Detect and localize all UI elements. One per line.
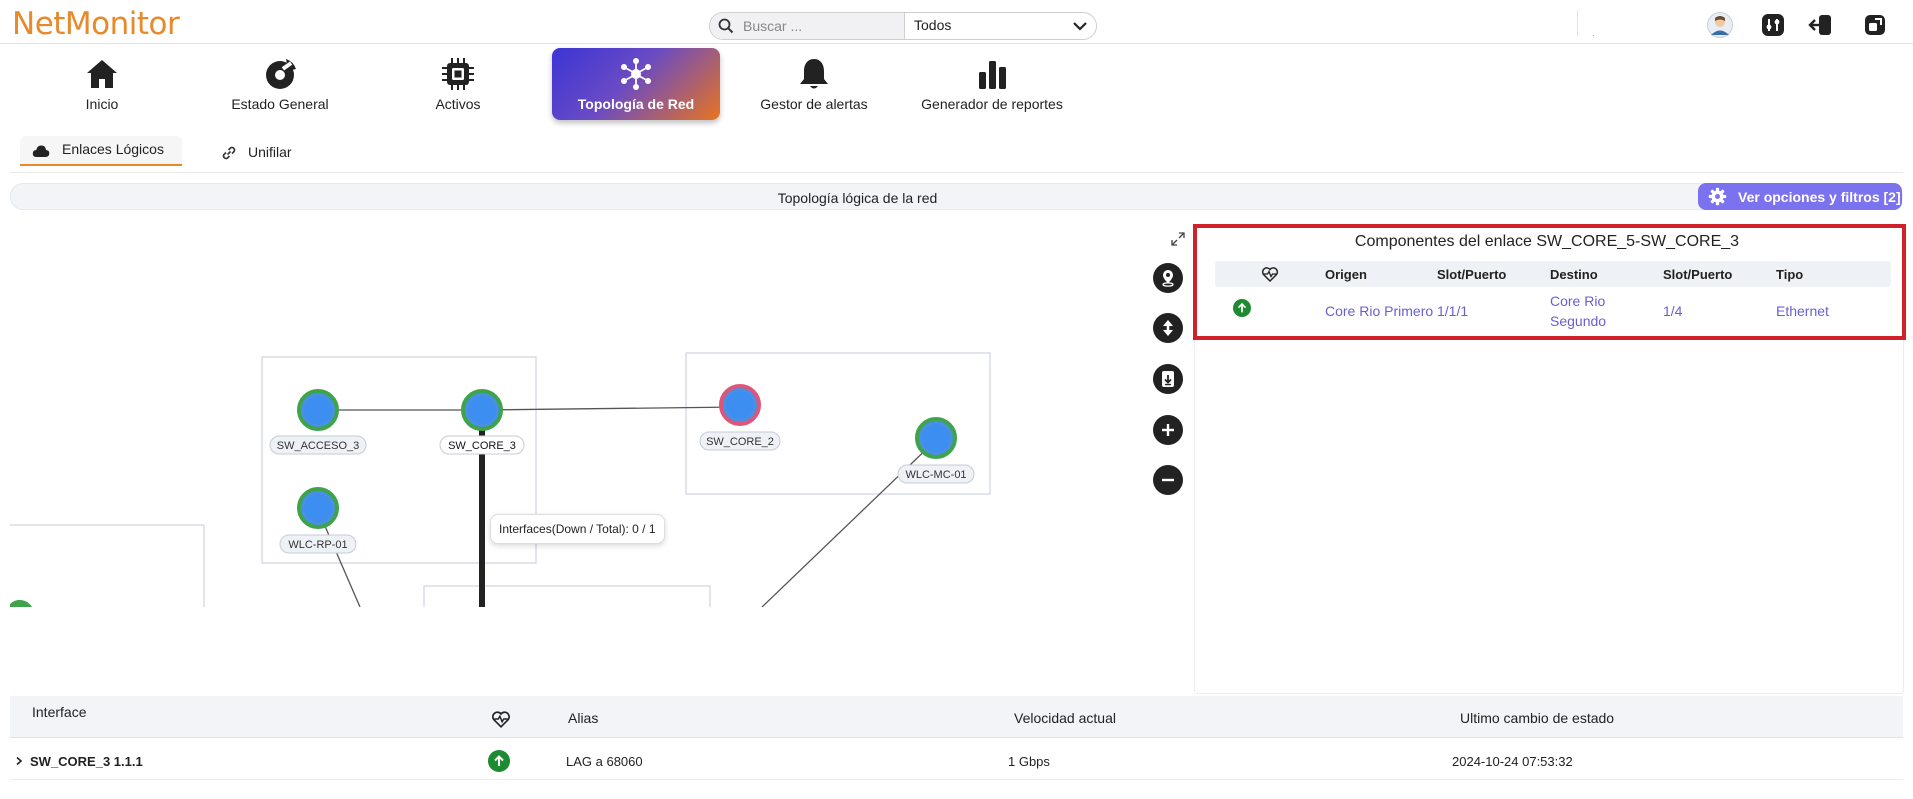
node-label: SW_ACCESO_3 bbox=[277, 440, 360, 452]
link-line[interactable] bbox=[481, 406, 741, 411]
nav-generador-de-reportes[interactable]: Generador de reportes bbox=[908, 48, 1076, 120]
zoom-out-button[interactable] bbox=[1153, 465, 1183, 495]
link-icon bbox=[222, 146, 236, 160]
nav-label: Generador de reportes bbox=[921, 96, 1063, 112]
node-sw-acceso-3[interactable]: SW_ACCESO_3 bbox=[269, 389, 367, 455]
gear-icon bbox=[1708, 187, 1727, 206]
user-avatar-icon[interactable] bbox=[1707, 12, 1733, 38]
subtab-enlaces-logicos[interactable]: Enlaces Lógicos bbox=[20, 136, 182, 166]
global-search: Todos bbox=[709, 12, 1097, 40]
bell-icon bbox=[800, 59, 828, 89]
topology-canvas[interactable]: SW_ACCESO_3 SW_CORE_3 SW_CORE_2 WLC-MC-0… bbox=[10, 222, 1160, 607]
subtab-label: Unifilar bbox=[248, 144, 292, 160]
nav-label: Activos bbox=[435, 96, 481, 112]
node-label: SW_CORE_2 bbox=[706, 436, 774, 448]
chevron-down-icon[interactable] bbox=[1072, 19, 1088, 33]
vertical-arrows-icon bbox=[1163, 320, 1173, 336]
node-label: WLC-MC-01 bbox=[905, 469, 966, 481]
table-row[interactable]: SW_CORE_3 1.1.1 LAG a 68060 1 Gbps 2024-… bbox=[10, 742, 1903, 780]
chevron-right-icon[interactable] bbox=[14, 756, 24, 766]
node-sw-core-3[interactable]: SW_CORE_3 bbox=[439, 389, 525, 455]
nav-estado-general[interactable]: Estado General bbox=[196, 48, 364, 120]
nav-topologia-de-red[interactable]: Topología de Red bbox=[552, 48, 720, 120]
search-icon bbox=[718, 18, 734, 34]
search-field-area bbox=[710, 13, 905, 39]
nav-inicio[interactable]: Inicio bbox=[18, 48, 186, 120]
node-wlc-mc-01[interactable]: WLC-MC-01 bbox=[897, 417, 975, 484]
arrow-up-icon bbox=[494, 755, 504, 766]
fit-vertical-button[interactable] bbox=[1153, 313, 1183, 343]
row-alias: LAG a 68060 bbox=[566, 754, 643, 769]
filters-label: Ver opciones y filtros [2] bbox=[1738, 189, 1901, 205]
locate-node-button[interactable] bbox=[1153, 263, 1183, 293]
row-speed: 1 Gbps bbox=[1008, 754, 1050, 769]
download-button[interactable] bbox=[1153, 364, 1183, 394]
col-header-last-change[interactable]: Ultimo cambio de estado bbox=[1460, 710, 1614, 726]
settings-sliders-icon[interactable] bbox=[1760, 12, 1786, 38]
map-pin-icon bbox=[1162, 270, 1174, 287]
status-up-badge bbox=[488, 750, 510, 772]
col-header-speed[interactable]: Velocidad actual bbox=[1014, 710, 1116, 726]
bar-chart-icon bbox=[979, 61, 1006, 89]
selection-highlight-box bbox=[1193, 224, 1906, 340]
dashboard-icon bbox=[266, 59, 296, 89]
group-box bbox=[10, 524, 205, 607]
user-name-text: . bbox=[1592, 28, 1595, 39]
nav-label: Estado General bbox=[231, 96, 329, 112]
minus-icon bbox=[1162, 478, 1174, 482]
node-label: WLC-RP-01 bbox=[288, 539, 347, 551]
search-scope-select[interactable]: Todos bbox=[914, 17, 951, 33]
group-box bbox=[423, 585, 711, 607]
node-label: SW_CORE_3 bbox=[448, 440, 516, 452]
row-last-change: 2024-10-24 07:53:32 bbox=[1452, 754, 1573, 769]
app-header: NetMonitor Todos . bbox=[0, 0, 1913, 44]
link-tooltip: Interfaces(Down / Total): 0 / 1 bbox=[490, 514, 665, 544]
home-icon bbox=[87, 60, 117, 88]
nav-activos[interactable]: Activos bbox=[374, 48, 542, 120]
nav-label: Topología de Red bbox=[577, 96, 695, 112]
logout-icon[interactable] bbox=[1808, 12, 1834, 38]
tabs-divider bbox=[10, 172, 1903, 173]
subtab-label: Enlaces Lógicos bbox=[62, 141, 164, 157]
nav-label: Inicio bbox=[85, 96, 119, 112]
download-file-icon bbox=[1162, 371, 1174, 387]
interfaces-table-header: Interface Alias Velocidad actual Ultimo … bbox=[10, 696, 1903, 738]
nav-gestor-de-alertas[interactable]: Gestor de alertas bbox=[730, 48, 898, 120]
node-sw-core-2[interactable]: SW_CORE_2 bbox=[699, 384, 781, 451]
heartbeat-icon bbox=[492, 711, 510, 728]
app-logo[interactable]: NetMonitor bbox=[12, 6, 180, 42]
topology-title: Topología lógica de la red bbox=[777, 190, 938, 206]
chip-icon bbox=[442, 58, 474, 90]
topology-graph[interactable]: SW_ACCESO_3 SW_CORE_3 SW_CORE_2 WLC-MC-0… bbox=[10, 222, 1160, 607]
apps-window-icon[interactable] bbox=[1862, 12, 1888, 38]
nav-label: Gestor de alertas bbox=[760, 96, 868, 112]
plus-icon bbox=[1162, 424, 1174, 436]
topology-title-bar: Topología lógica de la red Ver opciones … bbox=[10, 183, 1903, 210]
filters-options-button[interactable]: Ver opciones y filtros [2] bbox=[1698, 183, 1902, 210]
row-interface[interactable]: SW_CORE_3 1.1.1 bbox=[30, 754, 143, 769]
topology-icon bbox=[621, 58, 651, 90]
node-partial[interactable] bbox=[10, 599, 32, 607]
cloud-icon bbox=[32, 145, 50, 157]
col-header-alias[interactable]: Alias bbox=[568, 710, 598, 726]
node-wlc-rp-01[interactable]: WLC-RP-01 bbox=[279, 487, 357, 554]
col-header-interface[interactable]: Interface bbox=[32, 704, 86, 720]
zoom-in-button[interactable] bbox=[1153, 415, 1183, 445]
subtab-unifilar[interactable]: Unifilar bbox=[218, 136, 328, 166]
search-input[interactable] bbox=[743, 17, 898, 35]
expand-icon[interactable] bbox=[1170, 231, 1186, 247]
header-divider bbox=[1577, 10, 1578, 36]
